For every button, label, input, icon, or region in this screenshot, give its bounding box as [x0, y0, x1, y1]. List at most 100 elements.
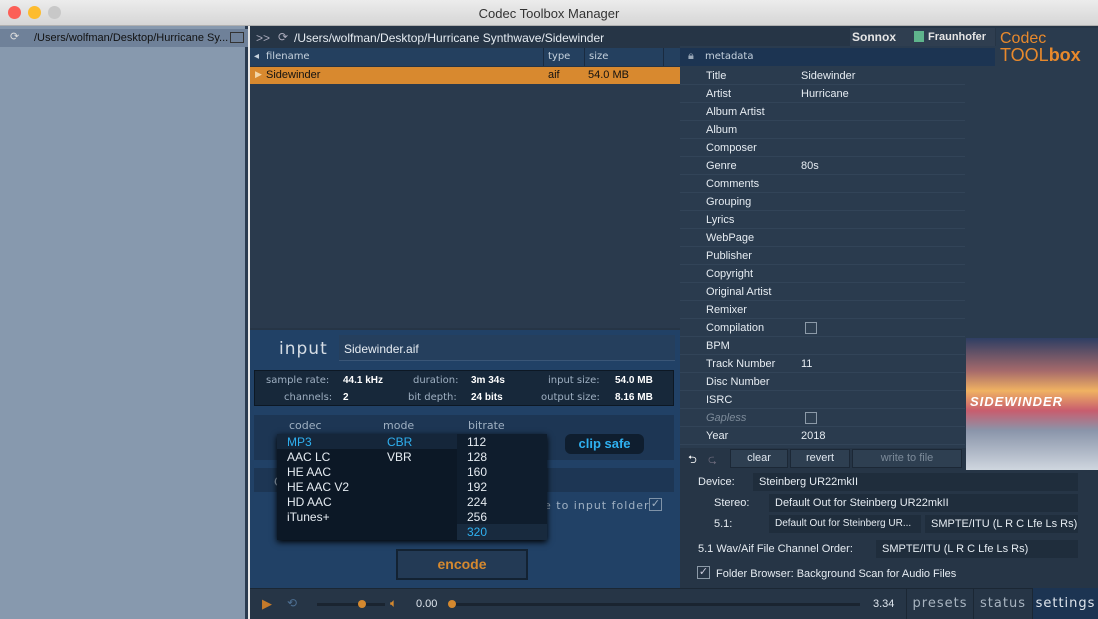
metadata-key: Artist — [706, 88, 732, 100]
input-filename: Sidewinder.aif — [339, 335, 675, 361]
bitrate-option[interactable]: 128 — [467, 450, 487, 464]
codec-option[interactable]: MP3 — [287, 435, 312, 449]
write-to-file-button[interactable]: write to file — [852, 449, 962, 468]
metadata-row[interactable]: BPM — [680, 337, 965, 355]
metadata-row[interactable]: Album — [680, 121, 965, 139]
metadata-key: Remixer — [706, 304, 747, 316]
metadata-row[interactable]: Publisher — [680, 247, 965, 265]
duration-value: 3m 34s — [471, 375, 505, 386]
clip-safe-button[interactable]: clip safe — [565, 434, 644, 454]
bitrate-option[interactable]: 224 — [467, 495, 487, 509]
gapless-checkbox[interactable] — [805, 412, 817, 424]
redo-icon[interactable]: ⮎ — [708, 451, 717, 470]
metadata-value[interactable]: 2018 — [801, 430, 825, 442]
codec-option[interactable]: HE AAC V2 — [287, 480, 349, 494]
play-button[interactable]: ▶ — [262, 596, 272, 612]
codec-option[interactable]: iTunes+ — [287, 510, 330, 524]
undo-icon[interactable]: ⮌ — [688, 451, 697, 470]
metadata-key: WebPage — [706, 232, 755, 244]
metadata-row[interactable]: Grouping — [680, 193, 965, 211]
tab-settings[interactable]: settings — [1032, 588, 1098, 619]
metadata-row[interactable]: Year 2018 — [680, 427, 965, 445]
refresh-icon[interactable]: ⟳ — [278, 30, 288, 44]
tab-status[interactable]: status — [973, 588, 1032, 619]
metadata-row[interactable]: Comments — [680, 175, 965, 193]
album-artwork[interactable]: SIDEWINDER — [966, 338, 1098, 470]
file-order-select[interactable]: SMPTE/ITU (L R C Lfe Ls Rs) — [876, 540, 1078, 558]
compilation-checkbox[interactable] — [805, 322, 817, 334]
sidebar-root[interactable]: ⟳ /Users/wolfman/Desktop/Hurricane Sy... — [0, 29, 248, 47]
surround-order-select[interactable]: SMPTE/ITU (L R C Lfe Ls Rs) — [925, 515, 1078, 533]
col-filename[interactable]: filename — [266, 51, 310, 62]
save-to-input-folder-checkbox[interactable]: ✓ — [649, 498, 662, 511]
col-size[interactable]: size — [584, 48, 664, 66]
file-row[interactable]: ▶ Sidewinder aif 54.0 MB — [250, 67, 680, 84]
metadata-row[interactable]: Track Number 11 — [680, 355, 965, 373]
window-title: Codec Toolbox Manager — [478, 6, 620, 21]
channels-value: 2 — [343, 392, 349, 403]
tab-presets[interactable]: presets — [906, 588, 973, 619]
metadata-row[interactable]: Album Artist — [680, 103, 965, 121]
seek-bar[interactable] — [450, 603, 860, 606]
metadata-value[interactable]: 11 — [801, 358, 812, 370]
surround-label: 5.1: — [714, 518, 733, 530]
folder-sidebar[interactable] — [0, 26, 248, 619]
metadata-row[interactable]: Genre 80s — [680, 157, 965, 175]
metadata-value[interactable]: Sidewinder — [801, 70, 855, 82]
device-select[interactable]: Steinberg UR22mkII — [753, 473, 1078, 491]
metadata-row[interactable]: Artist Hurricane — [680, 85, 965, 103]
speaker-icon[interactable]: 🔈︎ — [390, 596, 397, 611]
metadata-row[interactable]: ISRC — [680, 391, 965, 409]
codec-dropdown[interactable]: MP3 AAC LC HE AAC HE AAC V2 HD AAC iTunes+ CBR… — [277, 434, 547, 540]
metadata-value[interactable]: Hurricane — [801, 88, 849, 100]
mode-option[interactable]: CBR — [387, 435, 412, 449]
output-size-label: output size: — [541, 392, 600, 403]
file-list[interactable] — [250, 84, 680, 328]
background-scan-checkbox[interactable]: ✓ — [697, 566, 710, 579]
metadata-value[interactable]: 80s — [801, 160, 819, 172]
encode-button[interactable]: encode — [396, 549, 528, 580]
metadata-row[interactable]: Composer — [680, 139, 965, 157]
metadata-row[interactable]: Lyrics — [680, 211, 965, 229]
surround-output-select[interactable]: Default Out for Steinberg UR... — [769, 515, 921, 533]
bitrate-option[interactable]: 112 — [467, 435, 486, 449]
metadata-key: Title — [706, 70, 727, 82]
folder-icon[interactable] — [230, 32, 244, 43]
file-name: Sidewinder — [266, 69, 321, 81]
lock-icon[interactable]: 🔒︎ — [688, 50, 694, 63]
metadata-row[interactable]: Remixer — [680, 301, 965, 319]
loop-icon[interactable]: ⟲ — [287, 596, 297, 610]
sonnox-logo: Sonnox — [852, 30, 896, 44]
current-path: /Users/wolfman/Desktop/Hurricane Synthwa… — [294, 31, 605, 45]
bitrate-option[interactable]: 320 — [467, 525, 487, 539]
volume-slider[interactable] — [317, 603, 385, 606]
partner-logos: Sonnox Fraunhofer — [850, 28, 995, 46]
bitrate-option[interactable]: 160 — [467, 465, 487, 479]
metadata-row[interactable]: WebPage — [680, 229, 965, 247]
revert-button[interactable]: revert — [790, 449, 850, 468]
codec-option[interactable]: HE AAC — [287, 465, 331, 479]
bitrate-option[interactable]: 256 — [467, 510, 487, 524]
speaker-icon: ◂ — [254, 51, 260, 62]
metadata-row[interactable]: Compilation — [680, 319, 965, 337]
seek-handle[interactable] — [448, 600, 456, 608]
track-duration: 3.34 — [873, 598, 895, 610]
duration-label: duration: — [413, 375, 459, 386]
nav-forward-icon[interactable]: >> — [256, 31, 270, 45]
clear-button[interactable]: clear — [730, 449, 788, 468]
metadata-row[interactable]: Disc Number — [680, 373, 965, 391]
bitrate-option[interactable]: 192 — [467, 480, 487, 494]
metadata-row[interactable]: Copyright — [680, 265, 965, 283]
volume-handle[interactable] — [358, 600, 366, 608]
metadata-row[interactable]: Original Artist — [680, 283, 965, 301]
mode-option[interactable]: VBR — [387, 450, 412, 464]
codec-option[interactable]: HD AAC — [287, 495, 332, 509]
metadata-row[interactable]: Gapless — [680, 409, 965, 427]
refresh-icon[interactable]: ⟳ — [10, 30, 19, 43]
metadata-key: Track Number — [706, 358, 776, 370]
logo-box: box — [1048, 45, 1081, 65]
metadata-row[interactable]: Title Sidewinder — [680, 67, 965, 85]
col-type[interactable]: type — [543, 48, 574, 66]
stereo-select[interactable]: Default Out for Steinberg UR22mkII — [769, 494, 1078, 512]
codec-option[interactable]: AAC LC — [287, 450, 330, 464]
